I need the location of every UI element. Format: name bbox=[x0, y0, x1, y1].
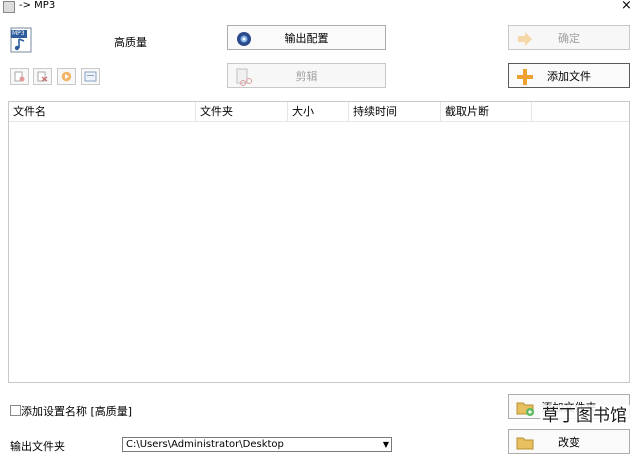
append-setting-name-checkbox[interactable] bbox=[10, 405, 21, 416]
add-file-label: 添加文件 bbox=[547, 69, 591, 83]
column-filename[interactable]: 文件名 bbox=[9, 102, 196, 121]
quality-label: 高质量 bbox=[114, 36, 147, 49]
folder-add-icon bbox=[516, 402, 534, 416]
output-config-label: 输出配置 bbox=[284, 31, 329, 45]
change-folder-label: 改变 bbox=[558, 435, 580, 449]
arrow-right-icon bbox=[518, 32, 532, 46]
clear-list-button[interactable] bbox=[33, 68, 52, 85]
column-folder[interactable]: 文件夹 bbox=[196, 102, 288, 121]
add-file-button[interactable]: 添加文件 bbox=[508, 63, 630, 88]
clip-label: 剪辑 bbox=[295, 69, 318, 83]
mp3-format-icon: MP3 bbox=[10, 27, 32, 53]
info-panel-icon bbox=[84, 71, 97, 82]
plus-icon bbox=[517, 69, 533, 85]
output-config-button[interactable]: 输出配置 bbox=[227, 25, 386, 50]
app-icon bbox=[3, 1, 15, 13]
ok-button[interactable]: 确定 bbox=[508, 25, 630, 50]
remove-item-button[interactable] bbox=[10, 68, 29, 85]
play-icon bbox=[61, 71, 72, 82]
column-duration[interactable]: 持续时间 bbox=[349, 102, 441, 121]
play-button[interactable] bbox=[57, 68, 76, 85]
dropdown-arrow-icon[interactable]: ▼ bbox=[383, 438, 389, 451]
scissors-icon bbox=[236, 68, 252, 86]
clip-button[interactable]: 剪辑 bbox=[227, 63, 386, 88]
file-delete-icon bbox=[14, 71, 25, 82]
gear-icon bbox=[237, 32, 251, 46]
output-folder-select[interactable]: C:\Users\Administrator\Desktop ▼ bbox=[122, 437, 392, 452]
column-size[interactable]: 大小 bbox=[288, 102, 349, 121]
watermark-text: 草丁图书馆 bbox=[542, 406, 627, 426]
file-list[interactable]: 文件名 文件夹 大小 持续时间 截取片断 bbox=[8, 101, 630, 383]
ok-label: 确定 bbox=[558, 31, 580, 45]
close-button[interactable]: × bbox=[621, 0, 632, 13]
folder-open-icon bbox=[516, 437, 534, 450]
append-setting-name-label: 添加设置名称 [高质量] bbox=[21, 405, 133, 418]
change-folder-button[interactable]: 改变 bbox=[508, 429, 630, 454]
window-title: -> MP3 bbox=[19, 0, 56, 11]
file-list-header: 文件名 文件夹 大小 持续时间 截取片断 bbox=[9, 102, 629, 122]
output-folder-label: 输出文件夹 bbox=[10, 440, 65, 453]
file-clear-icon bbox=[37, 71, 48, 82]
column-clip-segment[interactable]: 截取片断 bbox=[441, 102, 532, 121]
mp3-icon-text: MP3 bbox=[12, 30, 25, 37]
media-info-button[interactable] bbox=[81, 68, 100, 85]
watermark: 草丁图书馆 bbox=[540, 405, 632, 427]
title-bar: -> MP3 × bbox=[0, 0, 640, 14]
output-folder-path: C:\Users\Administrator\Desktop bbox=[126, 439, 284, 450]
